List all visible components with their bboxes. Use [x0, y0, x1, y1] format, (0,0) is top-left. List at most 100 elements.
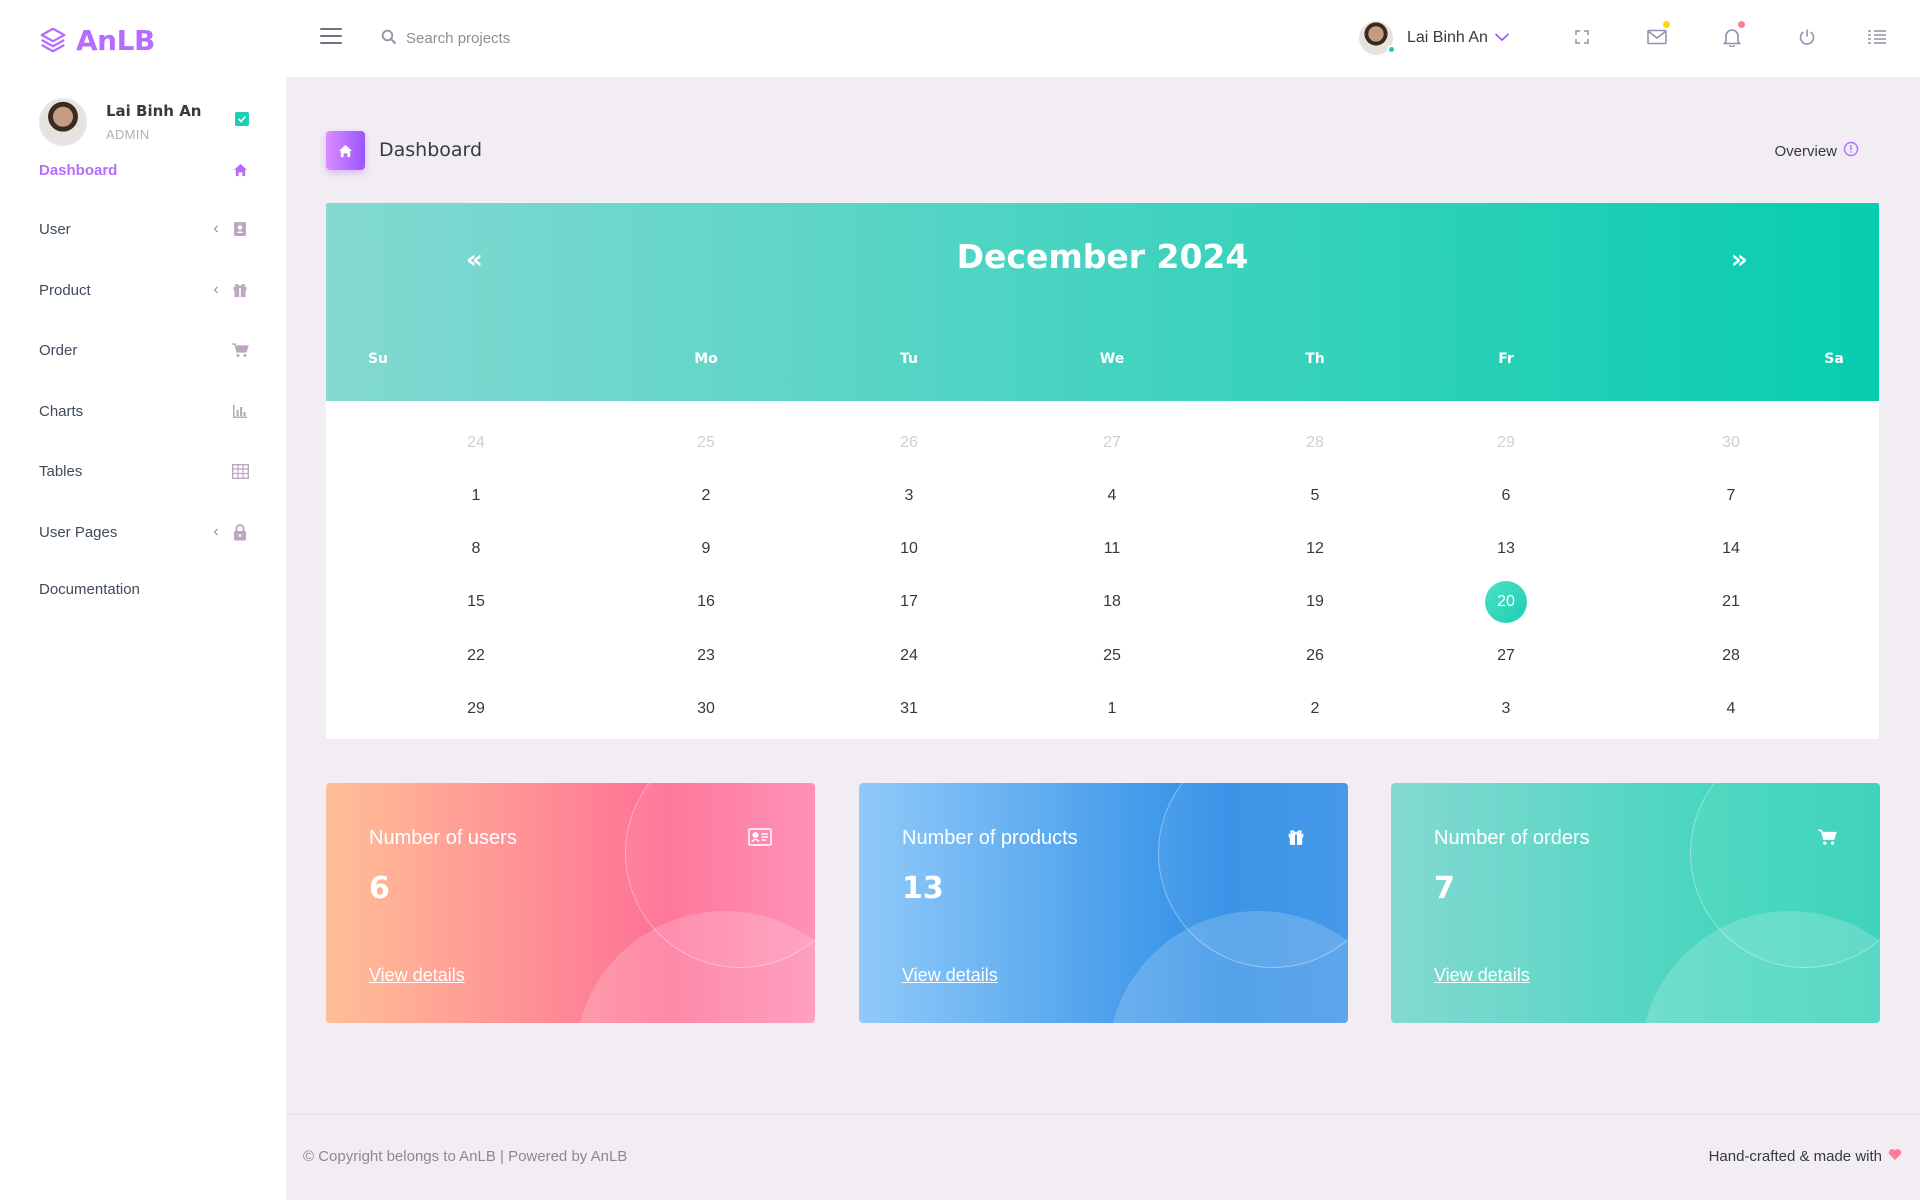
- calendar-day[interactable]: 30: [1710, 422, 1752, 464]
- bell-icon[interactable]: [1721, 21, 1745, 48]
- overview-label: Overview: [1774, 142, 1837, 160]
- profile-role: ADMIN: [106, 127, 150, 142]
- calendar-day[interactable]: 28: [1294, 422, 1336, 464]
- calendar-day[interactable]: 2: [1294, 688, 1336, 730]
- sidebar-item-charts[interactable]: Charts: [39, 397, 249, 425]
- calendar-day[interactable]: 12: [1294, 528, 1336, 570]
- footer-credit: Hand-crafted & made with: [1709, 1148, 1902, 1165]
- calendar-next-button[interactable]: »: [1731, 245, 1748, 275]
- calendar-day[interactable]: 28: [1710, 635, 1752, 677]
- page-header: Dashboard Overview: [326, 131, 1879, 173]
- avatar: [39, 98, 87, 146]
- calendar-day[interactable]: 31: [888, 688, 930, 730]
- calendar-day[interactable]: 24: [888, 635, 930, 677]
- calendar-day[interactable]: 21: [1710, 581, 1752, 623]
- sidebar-item-tables[interactable]: Tables: [39, 457, 249, 485]
- profile-name: Lai Binh An: [106, 102, 202, 120]
- calendar-day[interactable]: 16: [685, 581, 727, 623]
- sidebar-item-order[interactable]: Order: [39, 336, 249, 364]
- sidebar-item-label: User: [39, 220, 71, 238]
- stat-value: 13: [902, 871, 944, 906]
- calendar-day[interactable]: 2: [685, 475, 727, 517]
- calendar-day[interactable]: 3: [1485, 688, 1527, 730]
- footer-copyright: © Copyright belongs to AnLB | Powered by…: [303, 1148, 628, 1165]
- stat-label: Number of users: [369, 827, 517, 849]
- brand-logo[interactable]: AnLB: [38, 22, 155, 58]
- weekday-label: Sa: [1824, 351, 1844, 367]
- mail-icon[interactable]: [1646, 21, 1670, 48]
- calendar-day[interactable]: 14: [1710, 528, 1752, 570]
- calendar-day[interactable]: 22: [455, 635, 497, 677]
- calendar-day[interactable]: 1: [1091, 688, 1133, 730]
- sidebar-item-dashboard[interactable]: Dashboard: [39, 156, 249, 184]
- sidebar-item-user-pages[interactable]: User Pages ‹: [39, 518, 249, 546]
- calendar-day[interactable]: 7: [1710, 475, 1752, 517]
- overview-link[interactable]: Overview: [1774, 141, 1859, 161]
- calendar-day[interactable]: 17: [888, 581, 930, 623]
- list-icon[interactable]: [1866, 26, 1888, 48]
- calendar-day[interactable]: 30: [685, 688, 727, 730]
- user-menu[interactable]: Lai Binh An: [1359, 18, 1510, 58]
- sidebar-item-label: Dashboard: [39, 161, 118, 179]
- home-icon: [326, 131, 365, 170]
- id-card-icon: [748, 828, 772, 851]
- calendar-day[interactable]: 13: [1485, 528, 1527, 570]
- calendar-day[interactable]: 25: [685, 422, 727, 464]
- calendar-day[interactable]: 11: [1091, 528, 1133, 570]
- weekday-label: Mo: [694, 351, 718, 367]
- layers-icon: [40, 27, 66, 53]
- main-content: Dashboard Overview « December 2024 » Su M…: [286, 77, 1920, 1114]
- calendar-day[interactable]: 15: [455, 581, 497, 623]
- view-details-link[interactable]: View details: [902, 965, 998, 986]
- calendar-day[interactable]: 29: [1485, 422, 1527, 464]
- calendar-day[interactable]: 8: [455, 528, 497, 570]
- footer: © Copyright belongs to AnLB | Powered by…: [286, 1114, 1920, 1200]
- view-details-link[interactable]: View details: [1434, 965, 1530, 986]
- calendar-day[interactable]: 6: [1485, 475, 1527, 517]
- cart-icon: [231, 341, 249, 359]
- calendar-day[interactable]: 1: [455, 475, 497, 517]
- view-details-link[interactable]: View details: [369, 965, 465, 986]
- fullscreen-icon[interactable]: [1571, 26, 1593, 48]
- sidebar-item-user[interactable]: User ‹: [39, 215, 249, 243]
- sidebar-profile[interactable]: Lai Binh An ADMIN: [39, 98, 249, 148]
- chevron-down-icon: [1494, 29, 1510, 47]
- calendar-day[interactable]: 23: [685, 635, 727, 677]
- menu-toggle-button[interactable]: [320, 28, 342, 48]
- calendar-day[interactable]: 4: [1710, 688, 1752, 730]
- calendar-day[interactable]: 18: [1091, 581, 1133, 623]
- weekday-label: Fr: [1498, 351, 1514, 367]
- calendar-day[interactable]: 29: [455, 688, 497, 730]
- sidebar-item-product[interactable]: Product ‹: [39, 276, 249, 304]
- calendar-header: « December 2024 » Su Mo Tu We Th Fr Sa: [326, 203, 1879, 401]
- power-icon[interactable]: [1796, 26, 1818, 48]
- calendar-day[interactable]: 19: [1294, 581, 1336, 623]
- calendar-day[interactable]: 9: [685, 528, 727, 570]
- calendar-day[interactable]: 27: [1485, 635, 1527, 677]
- calendar-day[interactable]: 27: [1091, 422, 1133, 464]
- calendar-day[interactable]: 10: [888, 528, 930, 570]
- sidebar-item-label: Tables: [39, 462, 83, 480]
- sidebar: AnLB Lai Binh An ADMIN Dashboard User ‹ …: [0, 0, 286, 1200]
- calendar-day-selected[interactable]: 20: [1485, 581, 1527, 623]
- search-input[interactable]: [406, 24, 706, 52]
- avatar: [1359, 21, 1396, 55]
- stat-value: 6: [369, 871, 390, 906]
- heart-icon: [1888, 1148, 1902, 1165]
- sidebar-item-label: User Pages: [39, 523, 118, 541]
- calendar-day[interactable]: 5: [1294, 475, 1336, 517]
- calendar: « December 2024 » Su Mo Tu We Th Fr Sa 24 25 26 2…: [326, 203, 1879, 739]
- chevron-left-icon: ‹: [213, 523, 219, 540]
- calendar-day[interactable]: 4: [1091, 475, 1133, 517]
- calendar-day[interactable]: 26: [888, 422, 930, 464]
- calendar-day[interactable]: 25: [1091, 635, 1133, 677]
- calendar-day[interactable]: 24: [455, 422, 497, 464]
- contacts-icon: [231, 220, 249, 238]
- calendar-day[interactable]: 26: [1294, 635, 1336, 677]
- online-status-dot: [1387, 45, 1396, 54]
- gift-icon: [231, 281, 249, 299]
- calendar-day[interactable]: 3: [888, 475, 930, 517]
- weekday-label: Su: [367, 351, 389, 367]
- sidebar-item-documentation[interactable]: Documentation: [39, 575, 249, 603]
- page-title: Dashboard: [379, 139, 483, 161]
